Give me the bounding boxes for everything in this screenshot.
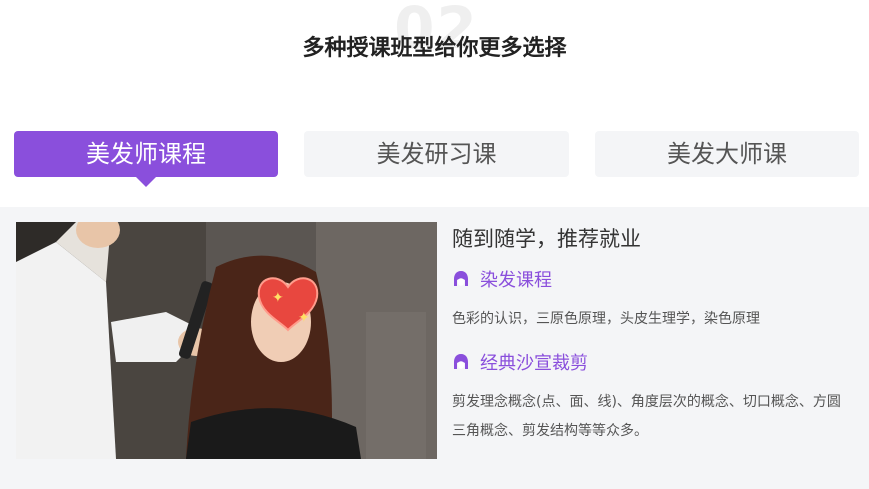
section-title: 多种授课班型给你更多选择 <box>302 36 567 61</box>
course-tabs: 美发师课程 美发研习课 美发大师课 <box>14 131 859 187</box>
svg-text:✦: ✦ <box>298 310 310 326</box>
svg-text:✦: ✦ <box>272 290 284 306</box>
hairdresser-photo-illustration: ✦ ✦ <box>16 222 437 459</box>
hair-head-icon <box>454 271 468 286</box>
panel-headline: 随到随学，推荐就业 <box>452 227 641 251</box>
course-photo: ✦ ✦ <box>16 222 437 459</box>
course-name: 经典沙宣裁剪 <box>480 353 588 374</box>
course-panel: ✦ ✦ 随到随学，推荐就业 染发课程 色彩的认识，三原色原理，头皮生理学，染色原… <box>0 207 869 489</box>
course-content: 随到随学，推荐就业 染发课程 色彩的认识，三原色原理，头皮生理学，染色原理 经典… <box>452 223 852 460</box>
tab-hairdresser-course[interactable]: 美发师课程 <box>14 131 278 187</box>
course-item: 染发课程 <box>452 265 852 293</box>
hair-head-icon <box>454 354 468 369</box>
course-item: 经典沙宣裁剪 <box>452 348 852 376</box>
course-description: 色彩的认识，三原色原理，头皮生理学，染色原理 <box>452 311 760 327</box>
course-name: 染发课程 <box>480 270 552 291</box>
tab-hair-workshop[interactable]: 美发研习课 <box>304 131 569 177</box>
course-description: 剪发理念概念(点、面、线)、角度层次的概念、切口概念、方圆三角概念、剪发结构等等… <box>452 394 841 439</box>
tab-master-class[interactable]: 美发大师课 <box>595 131 859 177</box>
